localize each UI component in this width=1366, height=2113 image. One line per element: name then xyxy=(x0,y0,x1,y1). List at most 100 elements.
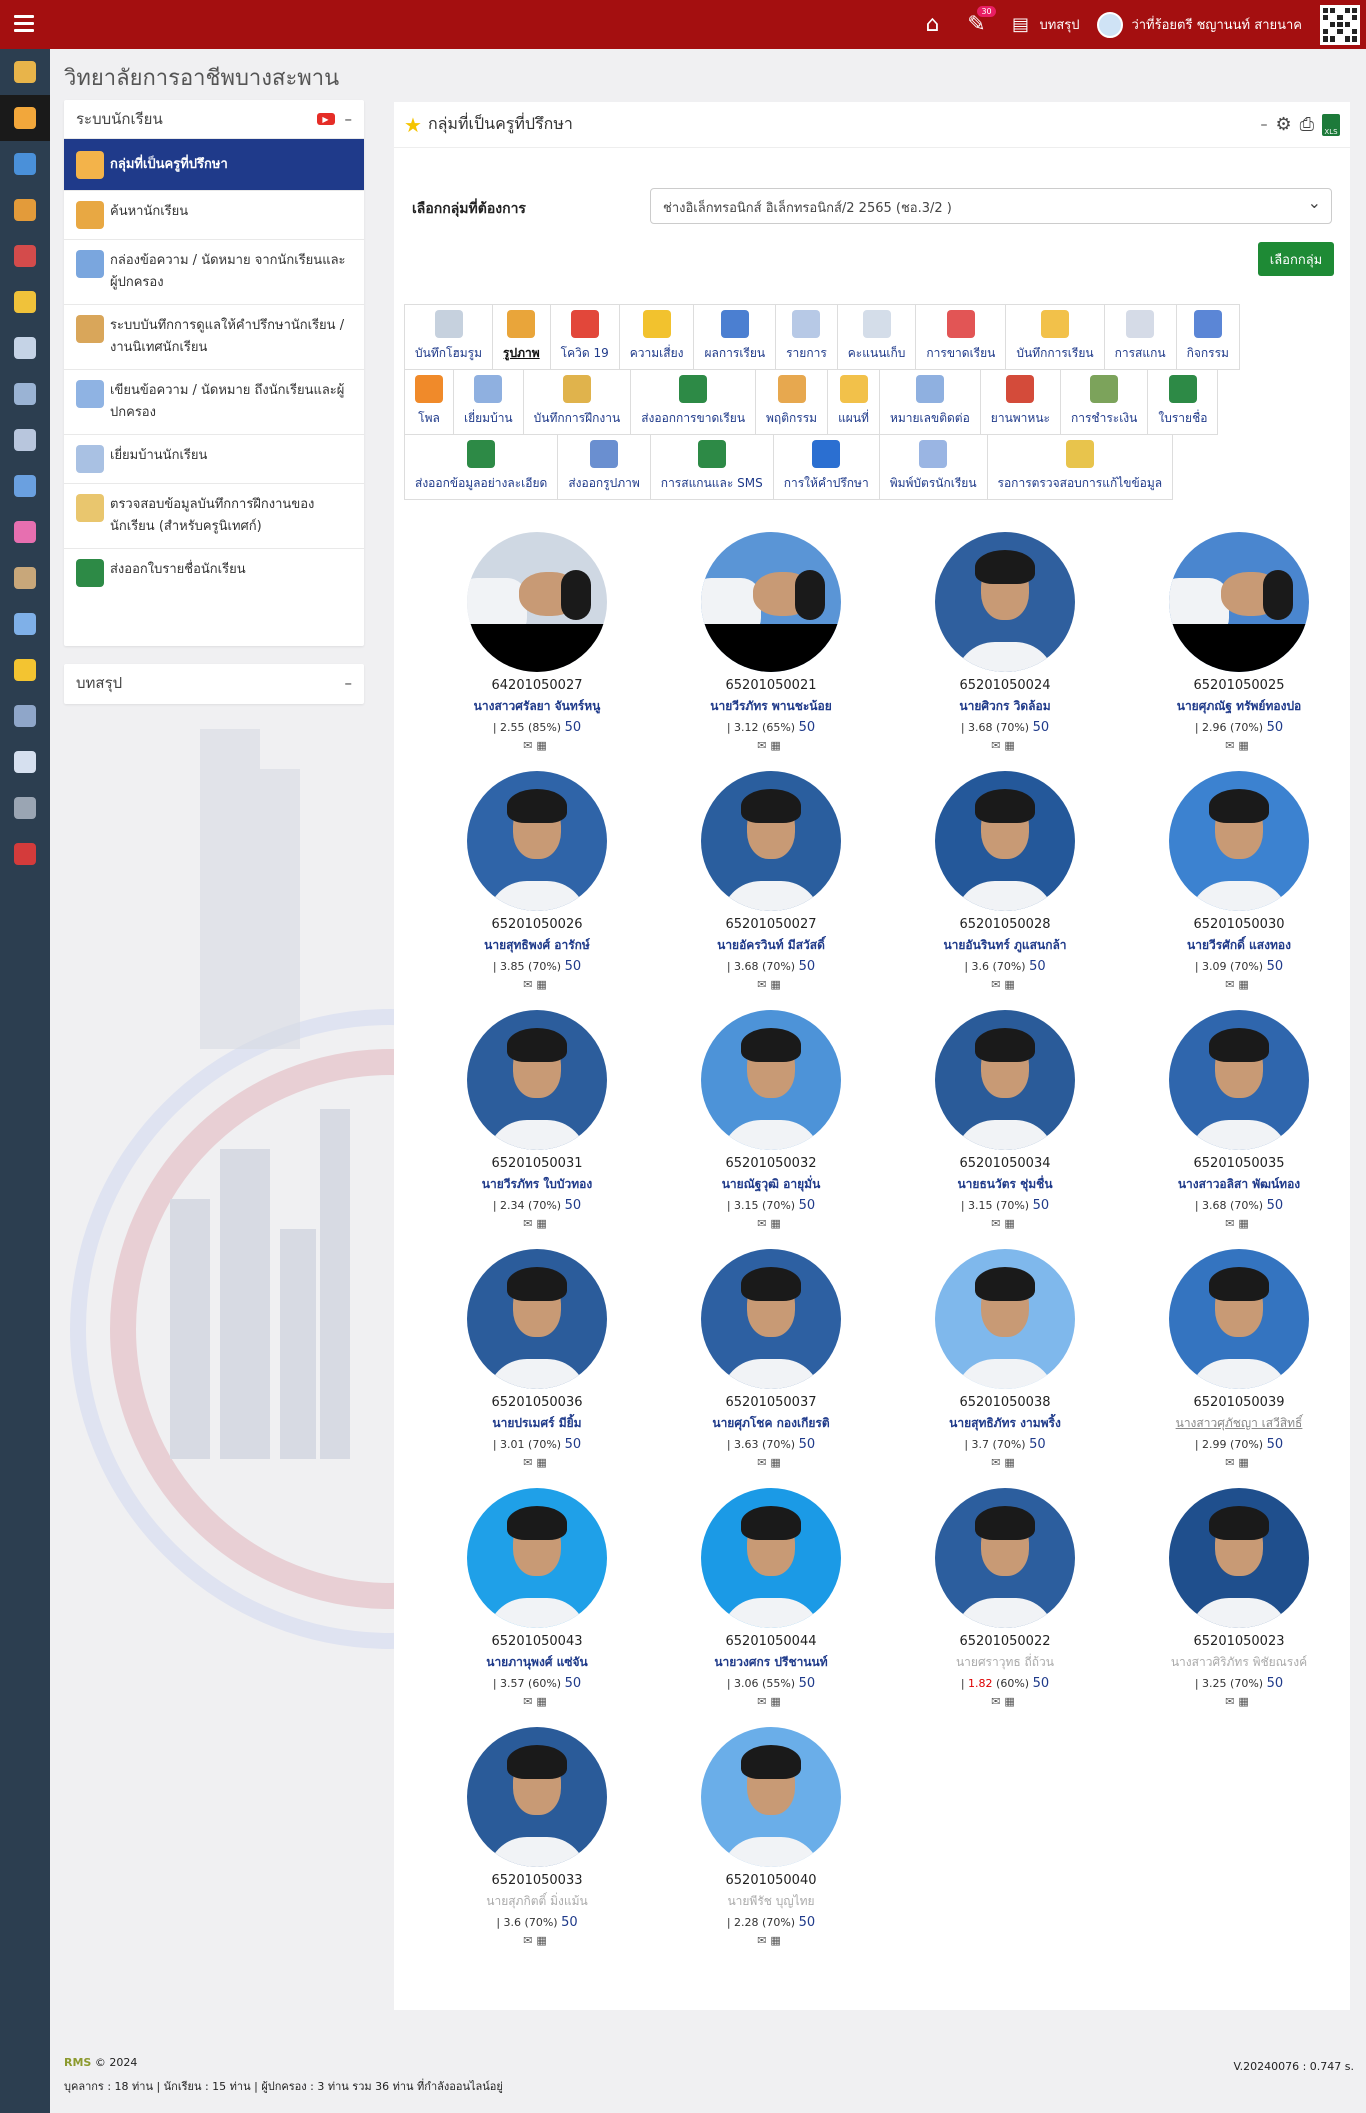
view-icon[interactable]: ✉ xyxy=(1225,978,1238,991)
print-icon[interactable]: ⎙ xyxy=(1300,114,1314,135)
student-name[interactable]: นางสาวศิริภัทร พิชัยณรงค์ xyxy=(1122,1653,1356,1672)
qr-icon[interactable]: ▦ xyxy=(1004,1217,1018,1230)
student-photo[interactable] xyxy=(935,1249,1075,1389)
student-name[interactable]: นายวีรศักดิ์ แสงทอง xyxy=(1122,936,1356,955)
student-photo[interactable] xyxy=(1169,771,1309,911)
qr-icon[interactable]: ▦ xyxy=(1004,1695,1018,1708)
student-name[interactable]: นายพีรัช บุญไทย xyxy=(654,1892,888,1911)
student-name[interactable]: นายศุภโชค กองเกียรติ xyxy=(654,1414,888,1433)
sidebar-item-counseling[interactable]: ระบบบันทึกการดูแลให้คำปรึกษานักเรียน / ง… xyxy=(64,304,364,369)
view-icon[interactable]: ✉ xyxy=(757,739,770,752)
qr-icon[interactable]: ▦ xyxy=(1238,978,1252,991)
student-name[interactable]: นายปรเมศร์ มียิ้ม xyxy=(420,1414,654,1433)
student-card[interactable]: 65201050028 นายอันรินทร์ ภูแสนกล้า | 3.6 (… xyxy=(888,771,1122,991)
qr-icon[interactable]: ▦ xyxy=(536,978,550,991)
student-name[interactable]: นายศราวุทธ ถี่ถ้วน xyxy=(888,1653,1122,1672)
rail-users-icon[interactable] xyxy=(0,187,50,233)
student-card[interactable]: 65201050033 นายสุภกิตติ์ มิ่งแม้น | 3.6 (7… xyxy=(420,1727,654,1947)
rail-tools-icon[interactable] xyxy=(0,601,50,647)
rail-like-icon[interactable] xyxy=(0,279,50,325)
sidebar-item-inbox[interactable]: กล่องข้อความ / นัดหมาย จากนักเรียนและผู้… xyxy=(64,239,364,304)
rail-book-icon[interactable] xyxy=(0,141,50,187)
group-select[interactable]: ช่างอิเล็กทรอนิกส์ อิเล็กทรอนิกส์/2 2565… xyxy=(650,188,1332,224)
rail-trash-icon[interactable] xyxy=(0,693,50,739)
student-photo[interactable] xyxy=(935,1010,1075,1150)
student-name[interactable]: นางสาวศุภัชญา เสวีสิทธิ์ xyxy=(1122,1414,1356,1433)
toolbar-button[interactable]: บันทึกการเรียน xyxy=(1005,304,1105,370)
rail-notes-icon[interactable] xyxy=(0,739,50,785)
toolbar-button[interactable]: ยานพาหนะ xyxy=(979,369,1061,435)
qr-icon[interactable]: ▦ xyxy=(1004,978,1018,991)
student-name[interactable]: นางสาวอลิสา พัฒน์ทอง xyxy=(1122,1175,1356,1194)
student-name[interactable]: นายศิวกร วิดล้อม xyxy=(888,697,1122,716)
toolbar-button[interactable]: การขาดเรียน xyxy=(915,304,1007,370)
student-card[interactable]: 65201050026 นายสุทธิพงศ์ อารักษ์ | 3.85 (7… xyxy=(420,771,654,991)
rail-flower-icon[interactable] xyxy=(0,509,50,555)
toolbar-button[interactable]: พฤติกรรม xyxy=(755,369,829,435)
toolbar-button[interactable]: พิมพ์บัตรนักเรียน xyxy=(878,434,988,500)
qr-icon[interactable]: ▦ xyxy=(1004,739,1018,752)
qr-icon[interactable]: ▦ xyxy=(536,1695,550,1708)
student-card[interactable]: 65201050044 นายวงศกร ปรีชานนท์ | 3.06 (55%… xyxy=(654,1488,888,1708)
view-icon[interactable]: ✉ xyxy=(757,1217,770,1230)
rail-edit-icon[interactable] xyxy=(0,463,50,509)
student-name[interactable]: นายภานุพงศ์ แซ่จัน xyxy=(420,1653,654,1672)
student-photo[interactable] xyxy=(467,1249,607,1389)
rail-students-icon[interactable] xyxy=(0,95,50,141)
view-icon[interactable]: ✉ xyxy=(757,1456,770,1469)
toolbar-button[interactable]: คะแนนเก็บ xyxy=(836,304,917,370)
student-name[interactable]: นายวีรภัทร ใบบัวทอง xyxy=(420,1175,654,1194)
student-photo[interactable] xyxy=(701,532,841,672)
student-photo[interactable] xyxy=(701,1010,841,1150)
student-photo[interactable] xyxy=(935,1488,1075,1628)
student-name[interactable]: นายธนวัตร ชุ่มชื่น xyxy=(888,1175,1122,1194)
toolbar-button[interactable]: รอการตรวจสอบการแก้ไขข้อมูล xyxy=(986,434,1174,500)
user-menu[interactable]: ว่าที่ร้อยตรี ชญานนท์ สายนาค xyxy=(1097,11,1302,38)
student-photo[interactable] xyxy=(701,771,841,911)
qr-icon[interactable]: ▦ xyxy=(770,978,784,991)
view-icon[interactable]: ✉ xyxy=(523,1695,536,1708)
student-photo[interactable] xyxy=(701,1249,841,1389)
collapse-button[interactable]: – xyxy=(1260,117,1267,133)
student-card[interactable]: 65201050038 นายสุทธิภัทร งามพริ้ง | 3.7 (7… xyxy=(888,1249,1122,1469)
view-icon[interactable]: ✉ xyxy=(991,1695,1004,1708)
sidebar-item-internship-check[interactable]: ตรวจสอบข้อมูลบันทึกการฝึกงานของนักเรียน … xyxy=(64,483,364,548)
rail-sign-icon[interactable] xyxy=(0,647,50,693)
rail-settings-icon[interactable] xyxy=(0,785,50,831)
qr-icon[interactable]: ▦ xyxy=(1238,739,1252,752)
student-card[interactable]: 65201050027 นายอัครวินท์ มีสวัสดิ์ | 3.68 … xyxy=(654,771,888,991)
qr-icon[interactable]: ▦ xyxy=(770,1456,784,1469)
view-icon[interactable]: ✉ xyxy=(757,1695,770,1708)
qr-code-icon[interactable] xyxy=(1320,4,1360,45)
sidebar-item-compose[interactable]: เขียนข้อความ / นัดหมาย ถึงนักเรียนและผู้… xyxy=(64,369,364,434)
toolbar-button[interactable]: บันทึกการฝึกงาน xyxy=(522,369,632,435)
toolbar-button[interactable]: โควิด 19 xyxy=(549,304,620,370)
view-icon[interactable]: ✉ xyxy=(523,1934,536,1947)
student-card[interactable]: 64201050027 นางสาวศรัลยา จันทร์หนู | 2.55 … xyxy=(420,532,654,752)
xls-icon[interactable]: XLS xyxy=(1322,113,1340,136)
qr-icon[interactable]: ▦ xyxy=(770,1217,784,1230)
view-icon[interactable]: ✉ xyxy=(523,739,536,752)
rail-list-icon[interactable] xyxy=(0,417,50,463)
view-icon[interactable]: ✉ xyxy=(523,978,536,991)
student-name[interactable]: นายวีรภัทร พานชะน้อย xyxy=(654,697,888,716)
student-name[interactable]: นางสาวศรัลยา จันทร์หนู xyxy=(420,697,654,716)
toolbar-button[interactable]: กิจกรรม xyxy=(1175,304,1240,370)
rail-chart-icon[interactable] xyxy=(0,233,50,279)
view-icon[interactable]: ✉ xyxy=(523,1217,536,1230)
student-name[interactable]: นายสุทธิภัทร งามพริ้ง xyxy=(888,1414,1122,1433)
toolbar-button[interactable]: ใบรายชื่อ xyxy=(1147,369,1219,435)
view-icon[interactable]: ✉ xyxy=(991,739,1004,752)
student-photo[interactable] xyxy=(467,771,607,911)
toolbar-button[interactable]: ส่งออกข้อมูลอย่างละเอียด xyxy=(404,434,559,500)
sidebar-item-home-visit[interactable]: เยี่ยมบ้านนักเรียน xyxy=(64,434,364,483)
student-card[interactable]: 65201050035 นางสาวอลิสา พัฒน์ทอง | 3.68 (7… xyxy=(1122,1010,1356,1230)
view-icon[interactable]: ✉ xyxy=(991,978,1004,991)
student-card[interactable]: 65201050032 นายณัฐวุฒิ อายุมั่น | 3.15 (70… xyxy=(654,1010,888,1230)
toolbar-button[interactable]: เยี่ยมบ้าน xyxy=(453,369,524,435)
sidebar-item-advisor-groups[interactable]: กลุ่มที่เป็นครูที่ปรึกษา xyxy=(64,138,364,190)
qr-icon[interactable]: ▦ xyxy=(1238,1456,1252,1469)
student-photo[interactable] xyxy=(1169,1010,1309,1150)
view-icon[interactable]: ✉ xyxy=(991,1217,1004,1230)
qr-icon[interactable]: ▦ xyxy=(536,739,550,752)
